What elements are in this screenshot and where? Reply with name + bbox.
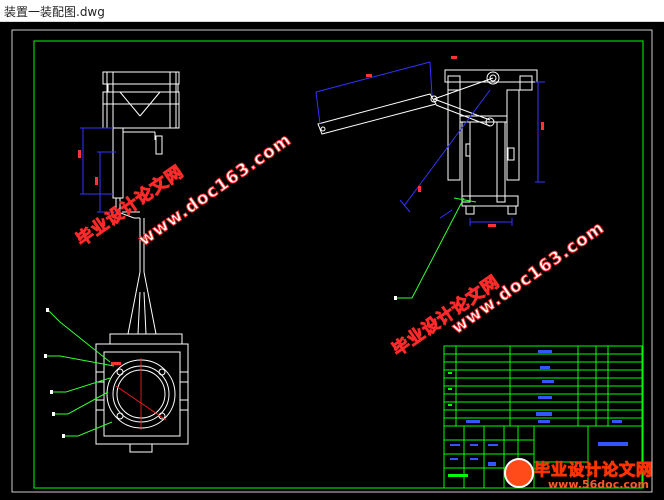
leader-labels-right [394, 296, 397, 300]
drawing-canvas[interactable]: 毕业设计论文网 www.doc163.com 毕业设计论文网 www.doc16… [0, 22, 664, 500]
window-titlebar: 装置一装配图.dwg [0, 0, 664, 22]
dim-text-top-left [78, 150, 98, 185]
dimensions-right [315, 61, 545, 226]
centerlines-bottom-left [115, 358, 167, 430]
window-title: 装置一装配图.dwg [4, 5, 105, 19]
right-view [317, 69, 538, 215]
title-block-marks [448, 372, 468, 477]
dimensions-top-left [80, 127, 116, 213]
bottom-left-view [95, 333, 189, 453]
dim-text-circle [111, 362, 121, 365]
logo-emblem-icon [504, 458, 534, 488]
site-logo: 毕业设计论文网 www.56doc.com [500, 448, 658, 498]
logo-url-text: www.56doc.com [548, 478, 649, 491]
leader-labels-bottom-left [44, 308, 65, 438]
leaders-right [396, 197, 477, 299]
logo-cn-text: 毕业设计论文网 [533, 460, 654, 480]
